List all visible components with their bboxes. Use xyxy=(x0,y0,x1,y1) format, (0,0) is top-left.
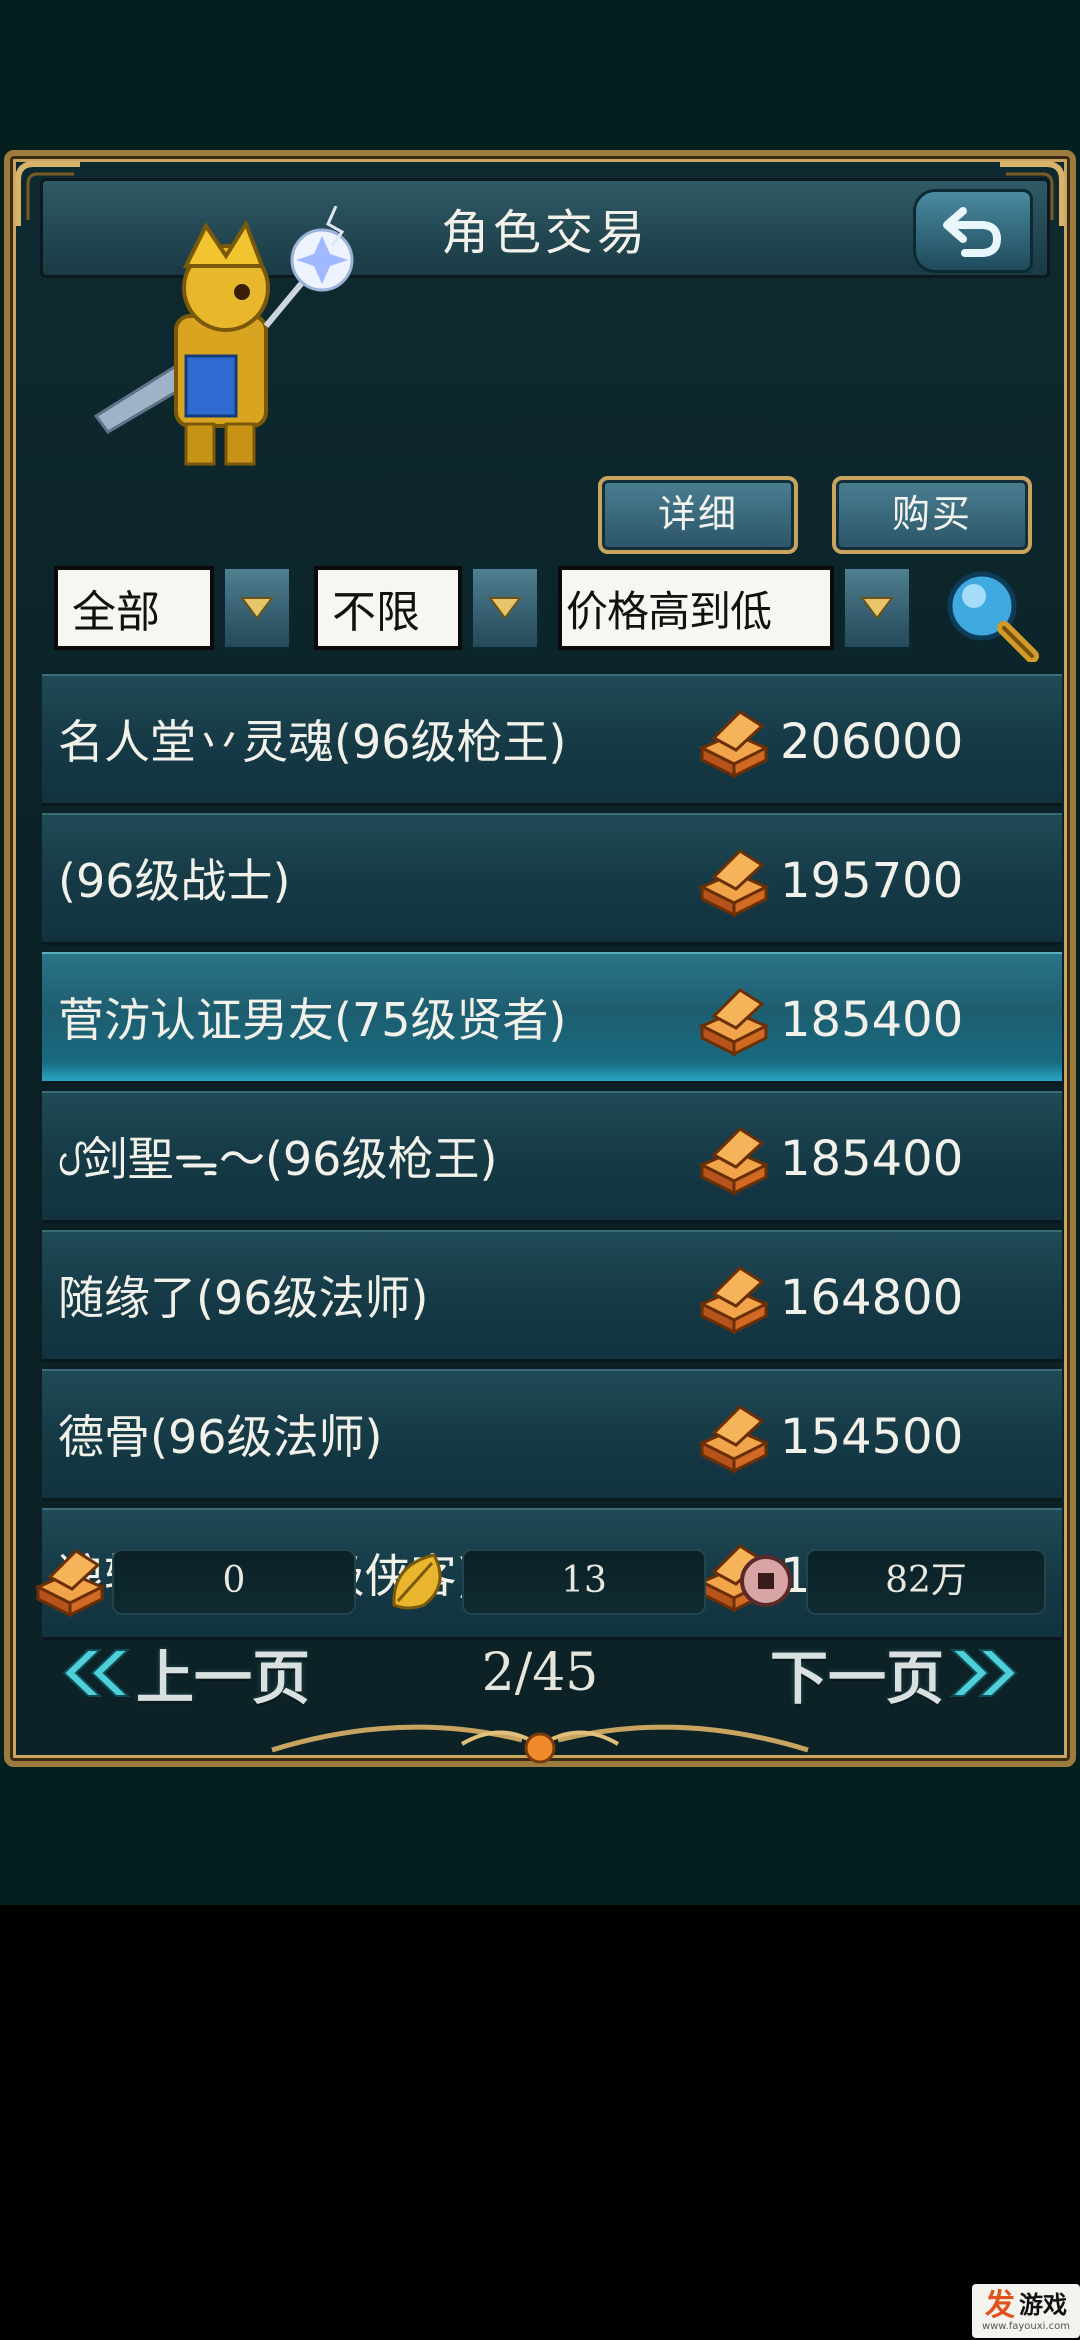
currency-bar: 0 13 82万 xyxy=(30,1545,1050,1617)
gold-ingot-icon xyxy=(34,1549,106,1617)
listing-name: 菅汸认证男友(75级贤者) xyxy=(58,993,567,1047)
back-arrow-icon xyxy=(943,207,1002,257)
limit-filter-value: 不限 xyxy=(314,566,462,650)
watermark-logo: 发 游戏 www.fayouxi.com xyxy=(971,2284,1080,2338)
gold-ingot-icon xyxy=(698,988,770,1057)
listing-price: 185400 xyxy=(780,1131,964,1187)
chevron-down-icon xyxy=(860,597,894,620)
double-chevron-right-icon xyxy=(949,1649,1018,1697)
listing-price: 164800 xyxy=(780,1270,964,1326)
gold-ingot-icon xyxy=(698,710,770,779)
category-filter-value: 全部 xyxy=(54,566,214,650)
search-icon[interactable] xyxy=(940,566,1040,662)
listing-price: 195700 xyxy=(780,853,964,909)
listing-price: 185400 xyxy=(780,992,964,1048)
gold-ingot-icon xyxy=(698,849,770,918)
coin-icon xyxy=(740,1555,792,1607)
limit-filter[interactable]: 不限 xyxy=(314,566,540,650)
gold-ingot-icon xyxy=(698,1127,770,1196)
category-dropdown-button[interactable] xyxy=(222,566,292,650)
watermark-url: www.fayouxi.com xyxy=(981,2320,1070,2332)
watermark-brand-a: 发 xyxy=(984,2288,1015,2323)
game-screen: 角色交易 详细 购买 全部 不限 价格高到低 名人堂丷灵魂(96级枪王) 206… xyxy=(0,0,1080,1905)
leaf-icon xyxy=(392,1553,442,1610)
site-watermark: 发 游戏 www.fayouxi.com xyxy=(860,2282,1080,2340)
chevron-down-icon xyxy=(488,597,522,620)
back-button[interactable] xyxy=(913,189,1033,273)
listing-row[interactable]: 随缘了(96级法师) 164800 xyxy=(42,1230,1062,1362)
listing-name: (96级战士) xyxy=(58,854,291,908)
listing-row[interactable]: (96级战士) 195700 xyxy=(42,813,1062,945)
listing-name: ᦔ剑聖ᯓ〜(96级枪王) xyxy=(58,1132,498,1186)
gold-ingot-icon xyxy=(698,1266,770,1335)
listing-name: 德骨(96级法师) xyxy=(58,1410,383,1464)
leaf-balance: 13 xyxy=(462,1549,706,1615)
bottom-ornament-icon xyxy=(271,1724,809,1764)
role-trade-panel: 角色交易 详细 购买 全部 不限 价格高到低 名人堂丷灵魂(96级枪王) 206… xyxy=(4,150,1076,1767)
listing-name: 随缘了(96级法师) xyxy=(58,1271,429,1325)
listing-row[interactable]: ᦔ剑聖ᯓ〜(96级枪王) 185400 xyxy=(42,1091,1062,1223)
sort-dropdown-button[interactable] xyxy=(842,566,912,650)
listing-price: 154500 xyxy=(780,1409,964,1465)
gold-ingot-icon xyxy=(698,1405,770,1474)
listing-price: 206000 xyxy=(780,714,964,770)
sort-filter[interactable]: 价格高到低 xyxy=(558,566,912,650)
buy-button[interactable]: 购买 xyxy=(832,476,1032,554)
coin-balance: 82万 xyxy=(806,1549,1046,1615)
character-avatar xyxy=(93,206,354,466)
category-filter[interactable]: 全部 xyxy=(54,566,292,650)
sort-filter-value: 价格高到低 xyxy=(558,566,834,650)
listing-row[interactable]: 德骨(96级法师) 154500 xyxy=(42,1369,1062,1501)
detail-button[interactable]: 详细 xyxy=(598,476,798,554)
listing-list: 名人堂丷灵魂(96级枪王) 206000 (96级战士) 195700 菅汸认证… xyxy=(42,674,1062,1647)
watermark-brand-b: 游戏 xyxy=(1018,2291,1067,2320)
listing-name: 名人堂丷灵魂(96级枪王) xyxy=(58,715,567,769)
ingot-balance: 0 xyxy=(112,1549,356,1615)
limit-dropdown-button[interactable] xyxy=(470,566,540,650)
listing-row-selected[interactable]: 菅汸认证男友(75级贤者) 185400 xyxy=(42,952,1062,1084)
chevron-down-icon xyxy=(240,597,274,620)
listing-row[interactable]: 名人堂丷灵魂(96级枪王) 206000 xyxy=(42,674,1062,806)
